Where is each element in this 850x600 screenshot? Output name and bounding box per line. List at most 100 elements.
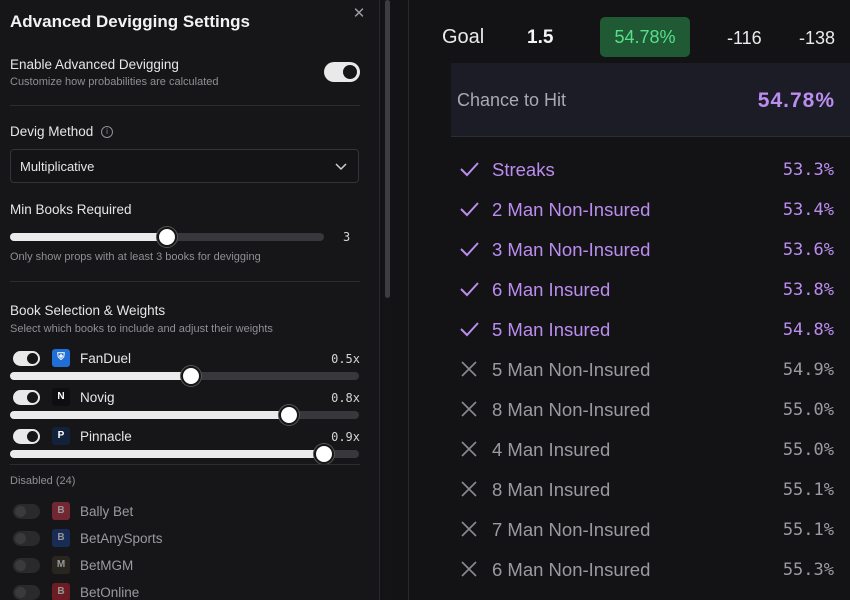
book-logo-icon: N [52, 388, 70, 406]
entry-name: 7 Man Non-Insured [492, 519, 651, 540]
book-toggle[interactable] [13, 390, 40, 405]
enable-devigging-description: Customize how probabilities are calculat… [10, 76, 219, 88]
book-name: BetMGM [80, 558, 134, 573]
check-icon [460, 202, 479, 217]
entry-name: 4 Man Insured [492, 439, 611, 460]
check-icon [460, 162, 479, 177]
entry-percent: 53.6% [782, 240, 834, 260]
x-icon [461, 361, 477, 377]
x-icon [461, 521, 477, 537]
book-row: B BetAnySports [10, 529, 360, 548]
info-icon[interactable]: i [101, 126, 113, 138]
slider-thumb[interactable] [314, 444, 334, 464]
book-name: BetOnline [80, 585, 140, 600]
book-weight: 0.5x [331, 352, 360, 366]
market-row[interactable]: Goal 1.5 54.78% -116 -138 [409, 0, 850, 62]
devig-method-label: Devig Method [10, 124, 94, 139]
x-icon [461, 481, 477, 497]
entry-name: 5 Man Non-Insured [492, 359, 651, 380]
book-weight-slider[interactable] [10, 405, 359, 425]
book-row: ⛨ FanDuel 0.5x [10, 349, 360, 386]
book-name: FanDuel [80, 351, 132, 366]
min-books-value: 3 [343, 230, 351, 244]
book-row: B BetOnline [10, 583, 360, 600]
entry-name: Streaks [492, 159, 555, 180]
devig-method-select[interactable]: Multiplicative [10, 149, 359, 183]
divider [10, 105, 360, 106]
close-icon[interactable]: ✕ [350, 5, 368, 23]
book-toggle[interactable] [13, 531, 40, 546]
check-icon [460, 282, 479, 297]
entry-percent: 55.0% [782, 400, 834, 420]
slider-thumb[interactable] [157, 227, 177, 247]
entry-name: 2 Man Non-Insured [492, 199, 651, 220]
slider-thumb[interactable] [279, 405, 299, 425]
book-toggle[interactable] [13, 585, 40, 600]
book-logo-icon: B [52, 502, 70, 520]
list-item: 8 Man Non-Insured 55.0% [459, 396, 839, 426]
entry-name: 8 Man Non-Insured [492, 399, 651, 420]
x-icon [461, 401, 477, 417]
book-row: N Novig 0.8x [10, 388, 360, 425]
advanced-devigging-panel: Advanced Devigging Settings ✕ Enable Adv… [0, 0, 380, 600]
slider-fill [10, 372, 191, 380]
entry-name: 8 Man Insured [492, 479, 611, 500]
book-weight: 0.8x [331, 391, 360, 405]
enable-devigging-label: Enable Advanced Devigging [10, 57, 179, 72]
divider [10, 281, 360, 282]
x-icon [461, 441, 477, 457]
market-name: Goal [442, 26, 485, 48]
list-item: 2 Man Non-Insured 53.4% [459, 196, 839, 226]
entry-percent: 53.4% [782, 200, 834, 220]
entry-name: 6 Man Insured [492, 279, 611, 300]
list-item: 5 Man Insured 54.8% [459, 316, 839, 346]
entry-name: 6 Man Non-Insured [492, 559, 651, 580]
entry-percent: 55.3% [782, 560, 834, 580]
book-name: BetAnySports [80, 531, 163, 546]
slider-thumb[interactable] [181, 366, 201, 386]
list-item: 5 Man Non-Insured 54.9% [459, 356, 839, 386]
panel-scrollbar-thumb[interactable] [385, 0, 390, 298]
chance-to-hit-value: 54.78% [757, 89, 835, 112]
list-item: 6 Man Insured 53.8% [459, 276, 839, 306]
min-books-slider[interactable] [10, 227, 324, 247]
panel-title: Advanced Devigging Settings [10, 12, 250, 31]
book-toggle[interactable] [13, 558, 40, 573]
entry-name: 5 Man Insured [492, 319, 611, 340]
book-row: B Bally Bet [10, 502, 360, 521]
entry-percent: 53.3% [782, 160, 834, 180]
list-item: 8 Man Insured 55.1% [459, 476, 839, 506]
book-weight-slider[interactable] [10, 444, 359, 464]
list-item: 6 Man Non-Insured 55.3% [459, 556, 839, 586]
entry-percent: 55.0% [782, 440, 834, 460]
devig-method-value: Multiplicative [20, 159, 95, 174]
book-logo-icon: M [52, 556, 70, 574]
book-toggle[interactable] [13, 351, 40, 366]
book-logo-icon: B [52, 529, 70, 547]
book-toggle[interactable] [13, 429, 40, 444]
book-row: P Pinnacle 0.9x [10, 427, 360, 464]
entry-name: 3 Man Non-Insured [492, 239, 651, 260]
list-item: 7 Man Non-Insured 55.1% [459, 516, 839, 546]
entry-percent: 55.1% [782, 520, 834, 540]
book-weight-slider[interactable] [10, 366, 359, 386]
min-books-label: Min Books Required [10, 202, 132, 217]
enable-devigging-toggle[interactable] [324, 62, 360, 82]
entry-percent: 55.1% [782, 480, 834, 500]
book-weight: 0.9x [331, 430, 360, 444]
book-row: M BetMGM [10, 556, 360, 575]
market-line: 1.5 [527, 27, 554, 48]
book-selection-description: Select which books to include and adjust… [10, 323, 273, 335]
chevron-down-icon [335, 163, 347, 171]
probability-breakdown: Goal 1.5 54.78% -116 -138 Chance to Hit … [409, 0, 850, 600]
check-icon [460, 242, 479, 257]
book-toggle[interactable] [13, 504, 40, 519]
slider-fill [10, 411, 289, 419]
disabled-books-label: Disabled (24) [10, 475, 76, 487]
x-icon [461, 561, 477, 577]
list-item: 4 Man Insured 55.0% [459, 436, 839, 466]
book-selection-label: Book Selection & Weights [10, 303, 166, 318]
book-name: Novig [80, 390, 115, 405]
entry-percent: 54.8% [782, 320, 834, 340]
book-logo-icon: ⛨ [52, 349, 70, 367]
